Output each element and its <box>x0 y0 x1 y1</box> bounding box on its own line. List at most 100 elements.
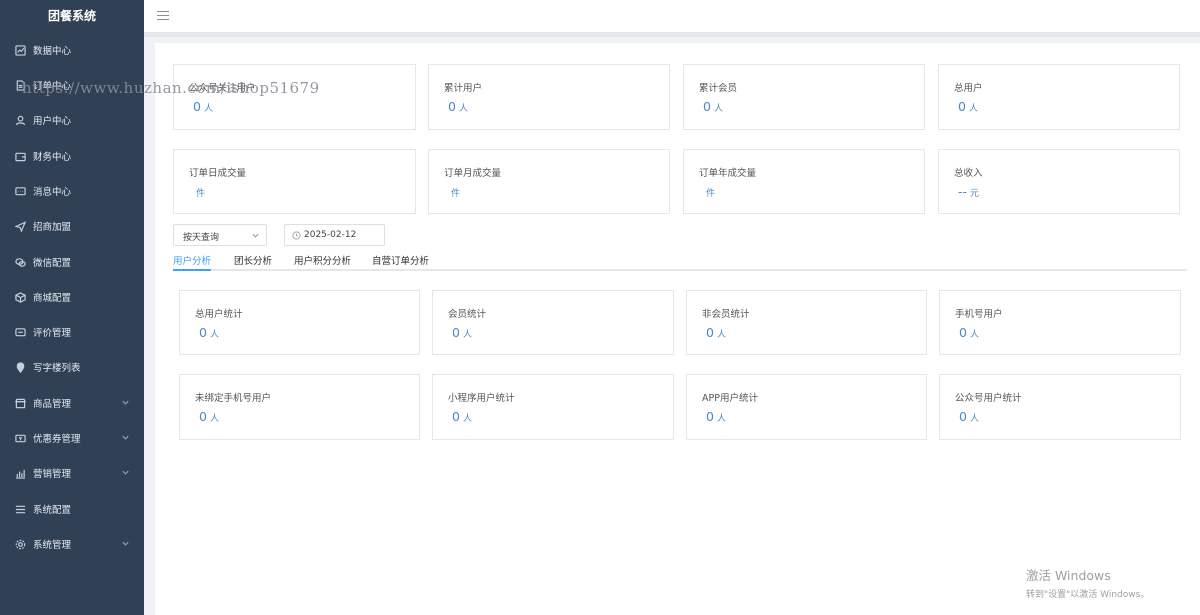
card-title: 非会员统计 <box>702 309 750 320</box>
summary-card: 订单日成交量 件 <box>173 149 416 214</box>
tags-view-bar <box>144 33 1200 37</box>
brand-title: 团餐系统 <box>47 9 96 23</box>
analysis-card: 公众号用户统计 0人 <box>939 374 1181 440</box>
sidebar-item-product-management[interactable]: 商品管理 <box>0 388 144 418</box>
card-unit: 人 <box>462 414 472 424</box>
user-icon <box>14 114 26 126</box>
sidebar-item-label: 系统配置 <box>33 505 72 516</box>
summary-card: 订单月成交量 件 <box>428 149 670 214</box>
analysis-card: 未绑定手机号用户 0人 <box>179 374 420 440</box>
analysis-card: 会员统计 0人 <box>432 290 674 355</box>
sidebar-item-coupon-management[interactable]: 优惠券管理 <box>0 423 144 453</box>
sidebar-item-mall-config[interactable]: 商城配置 <box>0 282 144 312</box>
card-value: 0人 <box>706 409 726 424</box>
summary-card: 公众号关注用户 0人 <box>173 64 416 130</box>
sidebar-item-message-center[interactable]: 消息中心 <box>0 176 144 206</box>
sidebar-item-franchise[interactable]: 招商加盟 <box>0 211 144 241</box>
card-value: 件 <box>703 184 715 199</box>
card-value: 0人 <box>199 325 219 340</box>
sidebar-item-label: 消息中心 <box>33 187 72 198</box>
analysis-card: 总用户统计 0人 <box>179 290 420 355</box>
query-mode-value: 按天查询 <box>183 233 220 243</box>
box-icon <box>14 291 26 303</box>
tab-points-analysis[interactable]: 用户积分分析 <box>294 253 351 271</box>
card-number: 0 <box>452 409 460 424</box>
tab-self-order-analysis[interactable]: 自营订单分析 <box>372 253 429 271</box>
card-title: 手机号用户 <box>955 309 1003 320</box>
card-unit: 人 <box>458 104 468 114</box>
card-number: 0 <box>448 99 456 114</box>
card-value: 0人 <box>448 99 468 114</box>
chevron-down-icon <box>251 231 260 243</box>
chevron-down-icon <box>121 398 130 410</box>
card-value: 0人 <box>703 99 723 114</box>
chart-icon <box>14 44 26 56</box>
sidebar-item-data-center[interactable]: 数据中心 <box>0 35 144 65</box>
sidebar-item-finance-center[interactable]: 财务中心 <box>0 141 144 171</box>
activation-title: 激活 Windows <box>1026 568 1111 583</box>
card-unit: 人 <box>209 414 219 424</box>
sidebar-item-user-center[interactable]: 用户中心 <box>0 105 144 135</box>
wechat-icon <box>14 256 26 268</box>
card-title: 会员统计 <box>448 309 487 320</box>
card-title: 总用户统计 <box>195 309 243 320</box>
date-picker[interactable]: 2025-02-12 <box>284 224 385 246</box>
summary-card: 订单年成交量 件 <box>683 149 925 214</box>
card-title: 累计用户 <box>444 83 483 94</box>
analysis-card: 非会员统计 0人 <box>686 290 927 355</box>
card-unit: 人 <box>968 104 978 114</box>
sidebar-item-label: 数据中心 <box>33 46 72 57</box>
list-icon <box>14 503 26 515</box>
card-number: 0 <box>706 409 714 424</box>
wallet-icon <box>14 150 26 162</box>
card-value: 0人 <box>193 99 213 114</box>
card-unit: 人 <box>716 414 726 424</box>
sidebar-item-wechat-config[interactable]: 微信配置 <box>0 247 144 277</box>
query-mode-select[interactable]: 按天查询 <box>173 224 267 246</box>
card-title: 订单月成交量 <box>444 168 502 179</box>
card-unit: 件 <box>196 189 206 199</box>
card-unit: 人 <box>462 330 472 340</box>
card-value: 0人 <box>452 325 472 340</box>
tab-leader-analysis[interactable]: 团长分析 <box>234 253 272 271</box>
tab-user-analysis[interactable]: 用户分析 <box>173 253 212 271</box>
sidebar-item-review-management[interactable]: 评价管理 <box>0 317 144 347</box>
sidebar-item-label: 财务中心 <box>33 152 72 163</box>
top-bar <box>144 0 1200 33</box>
card-unit: 件 <box>451 189 461 199</box>
card-title: 未绑定手机号用户 <box>195 393 272 404</box>
sidebar-item-label: 评价管理 <box>33 328 72 339</box>
sidebar-item-marketing-management[interactable]: 营销管理 <box>0 458 144 488</box>
sidebar-item-label: 营销管理 <box>33 469 72 480</box>
card-unit: 人 <box>203 104 213 114</box>
card-title: 订单年成交量 <box>699 168 757 179</box>
sidebar-item-label: 系统管理 <box>33 540 72 551</box>
card-unit: 人 <box>716 330 726 340</box>
coupon-icon <box>14 432 26 444</box>
card-unit: 件 <box>706 189 716 199</box>
card-unit: 人 <box>969 330 979 340</box>
hamburger-menu-icon[interactable] <box>157 11 169 21</box>
watermark-text: https://www.huzhan.com/ishop51679 <box>22 79 320 97</box>
clock-icon <box>292 231 301 243</box>
sidebar-item-label: 用户中心 <box>33 116 72 127</box>
summary-card: 总用户 0人 <box>938 64 1180 130</box>
card-unit: 元 <box>970 189 980 199</box>
card-number: 0 <box>958 99 966 114</box>
summary-card: 累计用户 0人 <box>428 64 670 130</box>
card-title: 公众号用户统计 <box>955 393 1022 404</box>
card-value: 件 <box>448 184 460 199</box>
chevron-down-icon <box>121 468 130 480</box>
card-number: 0 <box>959 325 967 340</box>
sidebar-item-system-management[interactable]: 系统管理 <box>0 529 144 559</box>
bar-chart-icon <box>14 467 26 479</box>
card-value: 0人 <box>199 409 219 424</box>
sidebar-item-system-config[interactable]: 系统配置 <box>0 494 144 524</box>
chevron-down-icon <box>121 433 130 445</box>
card-title: 订单日成交量 <box>189 168 247 179</box>
date-value: 2025-02-12 <box>304 230 357 240</box>
sidebar-item-office-list[interactable]: 写字楼列表 <box>0 352 144 382</box>
card-value: 0人 <box>452 409 472 424</box>
card-value: 件 <box>193 184 205 199</box>
card-number: 0 <box>703 99 711 114</box>
